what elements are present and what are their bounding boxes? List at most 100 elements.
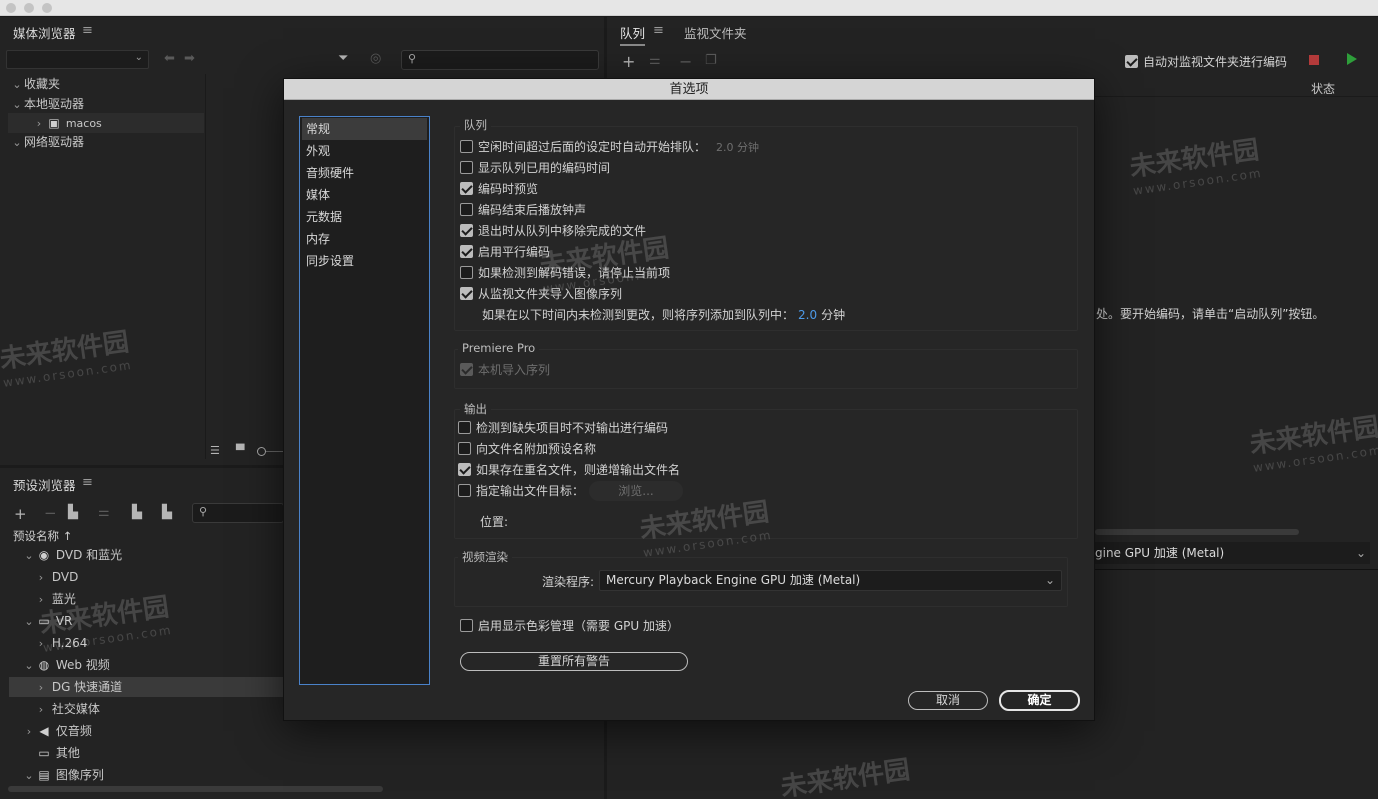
stop-queue-button[interactable] <box>1309 55 1319 65</box>
import-preset-icon[interactable]: ▙ <box>132 505 142 520</box>
show-elapsed-time-checkbox[interactable] <box>460 161 473 174</box>
import-image-sequence-checkbox[interactable] <box>460 287 473 300</box>
preset-group-vr[interactable]: ⌄ ▭ VR <box>22 611 72 631</box>
status-column-header[interactable]: 状态 <box>1311 80 1335 97</box>
color-management-checkbox[interactable] <box>460 619 473 632</box>
media-search-input[interactable]: ⚲ <box>401 50 599 70</box>
category-metadata[interactable]: 元数据 <box>300 206 429 228</box>
play-chime-checkbox[interactable] <box>460 203 473 216</box>
close-window-button[interactable] <box>6 3 16 13</box>
tab-queue[interactable]: 队列 <box>620 23 646 46</box>
preset-settings-icon[interactable]: ⚌ <box>98 505 110 520</box>
tree-item-favorites[interactable]: ⌄ 收藏夹 <box>10 74 60 94</box>
play-chime-row[interactable]: 编码结束后播放钟声 <box>460 199 845 220</box>
append-preset-name-checkbox[interactable] <box>458 442 471 455</box>
start-queue-button[interactable] <box>1347 53 1357 65</box>
preset-group-image-sequence[interactable]: ⌄ ▤ 图像序列 <box>22 765 103 785</box>
panel-menu-icon[interactable]: ≡ <box>82 23 93 38</box>
renderer-value: gine GPU 加速 (Metal) <box>1095 546 1225 560</box>
location-dropdown[interactable]: ⌄ <box>6 50 149 69</box>
preset-group-web-video[interactable]: ⌄ ◍ Web 视频 <box>22 655 109 675</box>
preset-group-audio-only[interactable]: › ◀ 仅音频 <box>22 721 92 741</box>
window-titlebar <box>0 0 1378 16</box>
option-label: 如果存在重名文件，则递增输出文件名 <box>476 463 681 477</box>
preset-item-dvd[interactable]: › DVD <box>34 567 79 587</box>
color-management-row[interactable]: 启用显示色彩管理（需要 GPU 加速） <box>460 615 679 636</box>
parallel-encoding-checkbox[interactable] <box>460 245 473 258</box>
cancel-button[interactable]: 取消 <box>908 691 988 710</box>
preview-while-encoding-row[interactable]: 编码时预览 <box>460 178 845 199</box>
duplicate-icon[interactable]: ❐ <box>705 53 717 68</box>
view-toggle-icon[interactable]: ◎ <box>370 51 381 66</box>
stop-on-decode-error-row[interactable]: 如果检测到解码错误，请停止当前项 <box>460 262 845 283</box>
new-group-icon[interactable]: ▙ <box>68 505 78 520</box>
category-appearance[interactable]: 外观 <box>300 140 429 162</box>
option-label: 显示队列已用的编码时间 <box>478 161 611 175</box>
tree-item-local-drives[interactable]: ⌄ 本地驱动器 <box>10 94 84 114</box>
remove-completed-row[interactable]: 退出时从队列中移除完成的文件 <box>460 220 845 241</box>
preset-item-h264[interactable]: › H.264 <box>34 633 88 653</box>
idle-time-value[interactable]: 2.0 分钟 <box>716 139 759 155</box>
preset-item-bluray[interactable]: › 蓝光 <box>34 589 76 609</box>
preset-search-input[interactable]: ⚲ <box>192 503 284 523</box>
preset-item-social-media[interactable]: › 社交媒体 <box>34 699 100 719</box>
remove-icon[interactable]: − <box>679 52 692 71</box>
icon-view-icon[interactable]: ▀ <box>236 444 244 457</box>
preset-group-dvd-bluray[interactable]: ⌄ ◉ DVD 和蓝光 <box>22 545 122 565</box>
horizontal-scrollbar[interactable] <box>1095 529 1299 535</box>
tree-item-network-drives[interactable]: ⌄ 网络驱动器 <box>10 132 84 152</box>
tree-item-macos[interactable]: › ▣ macos <box>8 113 204 133</box>
remove-completed-checkbox[interactable] <box>460 224 473 237</box>
back-arrow-icon[interactable]: ⬅ <box>164 51 175 66</box>
tree-label: VR <box>55 614 73 628</box>
renderer-dropdown[interactable]: gine GPU 加速 (Metal) ⌄ <box>1095 542 1370 564</box>
panel-menu-icon[interactable]: ≡ <box>82 475 93 490</box>
renderer-select[interactable]: Mercury Playback Engine GPU 加速 (Metal) ⌄ <box>599 570 1062 591</box>
reset-all-warnings-button[interactable]: 重置所有警告 <box>460 652 688 671</box>
increment-filename-checkbox[interactable] <box>458 463 471 476</box>
preview-while-encoding-checkbox[interactable] <box>460 182 473 195</box>
append-preset-name-row[interactable]: 向文件名附加预设名称 <box>458 438 680 459</box>
browse-button[interactable]: 浏览... <box>589 481 683 501</box>
tab-watch-folders[interactable]: 监视文件夹 <box>684 23 747 42</box>
remove-preset-icon[interactable]: − <box>44 504 57 522</box>
specify-output-dest-checkbox[interactable] <box>458 484 471 497</box>
add-preset-icon[interactable]: + <box>14 505 27 523</box>
horizontal-scrollbar[interactable] <box>8 786 383 792</box>
skip-missing-items-checkbox[interactable] <box>458 421 471 434</box>
auto-encode-checkbox-row[interactable]: 自动对监视文件夹进行编码 <box>1125 53 1287 70</box>
zoom-slider-handle[interactable] <box>257 447 266 456</box>
preset-item-dg-fast-channel[interactable]: › DG 快速通道 <box>9 677 284 697</box>
option-label: 如果检测到解码错误，请停止当前项 <box>478 266 671 280</box>
tree-label: 收藏夹 <box>24 77 61 91</box>
panel-menu-icon[interactable]: ≡ <box>653 23 664 38</box>
auto-encode-checkbox[interactable] <box>1125 55 1138 68</box>
monitor-icon: ▭ <box>38 746 50 760</box>
filter-icon[interactable]: ⏷ <box>338 51 348 66</box>
increment-filename-row[interactable]: 如果存在重名文件，则递增输出文件名 <box>458 459 680 480</box>
zoom-window-button[interactable] <box>42 3 52 13</box>
auto-start-queue-checkbox[interactable] <box>460 140 473 153</box>
category-memory[interactable]: 内存 <box>300 228 429 250</box>
category-sync-settings[interactable]: 同步设置 <box>300 250 429 272</box>
preset-name-column-header[interactable]: 预设名称 ↑ <box>13 528 72 544</box>
list-view-icon[interactable]: ☰ <box>210 444 220 457</box>
parallel-encoding-row[interactable]: 启用平行编码 <box>460 241 845 262</box>
category-general[interactable]: 常规 <box>302 118 427 140</box>
add-source-icon[interactable]: + <box>622 52 635 71</box>
sequence-delay-value[interactable]: 2.0 <box>798 308 817 322</box>
skip-missing-items-row[interactable]: 检测到缺失项目时不对输出进行编码 <box>458 417 680 438</box>
import-image-sequence-row[interactable]: 从监视文件夹导入图像序列 <box>460 283 845 304</box>
forward-arrow-icon[interactable]: ➡ <box>184 51 195 66</box>
minimize-window-button[interactable] <box>24 3 34 13</box>
category-audio-hardware[interactable]: 音频硬件 <box>300 162 429 184</box>
export-preset-icon[interactable]: ▙ <box>162 505 172 520</box>
settings-sliders-icon[interactable]: ⚌ <box>649 53 661 68</box>
preset-group-other[interactable]: ▭ 其他 <box>36 743 80 763</box>
auto-start-queue-row[interactable]: 空闲时间超过后面的设定时自动开始排队： 2.0 分钟 <box>460 136 845 157</box>
category-media[interactable]: 媒体 <box>300 184 429 206</box>
show-elapsed-time-row[interactable]: 显示队列已用的编码时间 <box>460 157 845 178</box>
stop-on-decode-error-checkbox[interactable] <box>460 266 473 279</box>
queue-group-label: 队列 <box>460 117 491 133</box>
ok-button[interactable]: 确定 <box>999 690 1080 711</box>
